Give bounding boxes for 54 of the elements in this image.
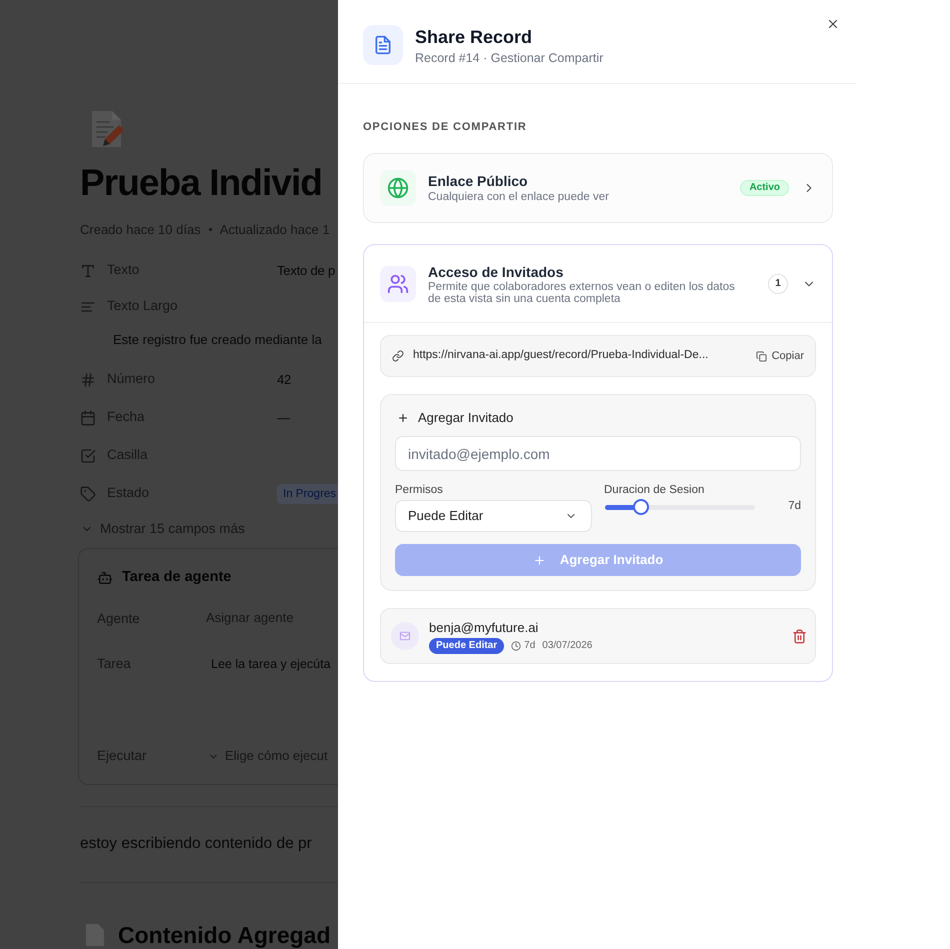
globe-icon bbox=[380, 170, 416, 206]
slider-thumb[interactable] bbox=[633, 499, 649, 515]
guest-link-url: https://nirvana-ai.app/guest/record/Prueba-Individual-De... bbox=[413, 348, 708, 364]
guest-access-card[interactable] bbox=[363, 244, 833, 682]
page-title: Prueba Individ bbox=[80, 161, 323, 205]
property-value: — bbox=[277, 408, 290, 427]
document-pencil-icon bbox=[90, 110, 124, 148]
section-label: OPCIONES DE COMPARTIR bbox=[363, 120, 528, 135]
permission-badge: Puede Editar bbox=[429, 638, 504, 654]
property-value: Texto de p bbox=[277, 262, 335, 280]
plus-icon bbox=[397, 412, 409, 424]
tag-icon bbox=[80, 486, 96, 502]
card-title: Tarea de agente bbox=[122, 568, 232, 588]
calendar-icon bbox=[80, 410, 96, 426]
public-link-card[interactable]: Enlace Público Cualquiera con el enlace puede ver Activo bbox=[363, 153, 833, 223]
option-title: Enlace Público bbox=[428, 172, 529, 190]
status-chip: In Progres bbox=[277, 484, 338, 504]
mail-icon bbox=[391, 622, 419, 650]
panel-subtitle: Record #14 · Gestionar Compartir bbox=[415, 50, 604, 67]
option-description: Permite que colaboradores externos vean o editen los datos de esta vista sin una cuenta completa bbox=[428, 280, 736, 304]
guest-email: benja@myfuture.ai bbox=[429, 618, 540, 636]
users-icon bbox=[380, 266, 416, 302]
panel-title: Share Record bbox=[415, 26, 534, 49]
page-paragraph: estoy escribiendo contenido de pr bbox=[80, 834, 313, 854]
text-type-icon bbox=[80, 262, 96, 278]
permissions-select[interactable]: Puede Editar bbox=[395, 500, 592, 532]
property-value: 42 bbox=[277, 370, 292, 389]
option-description: Cualquiera con el enlace puede ver bbox=[428, 190, 609, 204]
guest-duration: 7d bbox=[524, 639, 536, 653]
trash-icon[interactable] bbox=[792, 628, 807, 644]
close-icon[interactable] bbox=[826, 17, 840, 31]
checkbox-icon bbox=[80, 448, 96, 464]
link-icon bbox=[392, 350, 404, 362]
field-label: Permisos bbox=[395, 483, 444, 497]
document-icon bbox=[363, 25, 403, 65]
slider-track[interactable] bbox=[605, 504, 755, 510]
robot-icon bbox=[97, 570, 113, 586]
add-guest-heading: Agregar Invitado bbox=[418, 409, 514, 428]
copy-button[interactable]: Copiar bbox=[752, 343, 807, 369]
status-badge: Activo bbox=[740, 180, 789, 196]
document-icon bbox=[85, 923, 105, 947]
field-label: Duracion de Sesion bbox=[604, 483, 706, 497]
guest-expiry: 03/07/2026 bbox=[542, 639, 592, 653]
section-heading: Contenido Agregad bbox=[118, 921, 331, 949]
property-text: Este registro fue creado mediante la bbox=[113, 332, 322, 346]
copy-icon bbox=[756, 350, 767, 362]
email-input[interactable]: invitado@ejemplo.com bbox=[395, 436, 801, 471]
option-title: Acceso de Invitados bbox=[428, 262, 564, 280]
hash-icon bbox=[80, 372, 96, 388]
count-badge: 1 bbox=[768, 274, 788, 294]
duration-value: 7d bbox=[788, 499, 801, 514]
clock-icon bbox=[511, 640, 522, 650]
plus-icon bbox=[532, 554, 546, 566]
task-field[interactable]: Lee la tarea y ejecúta bbox=[211, 655, 331, 673]
